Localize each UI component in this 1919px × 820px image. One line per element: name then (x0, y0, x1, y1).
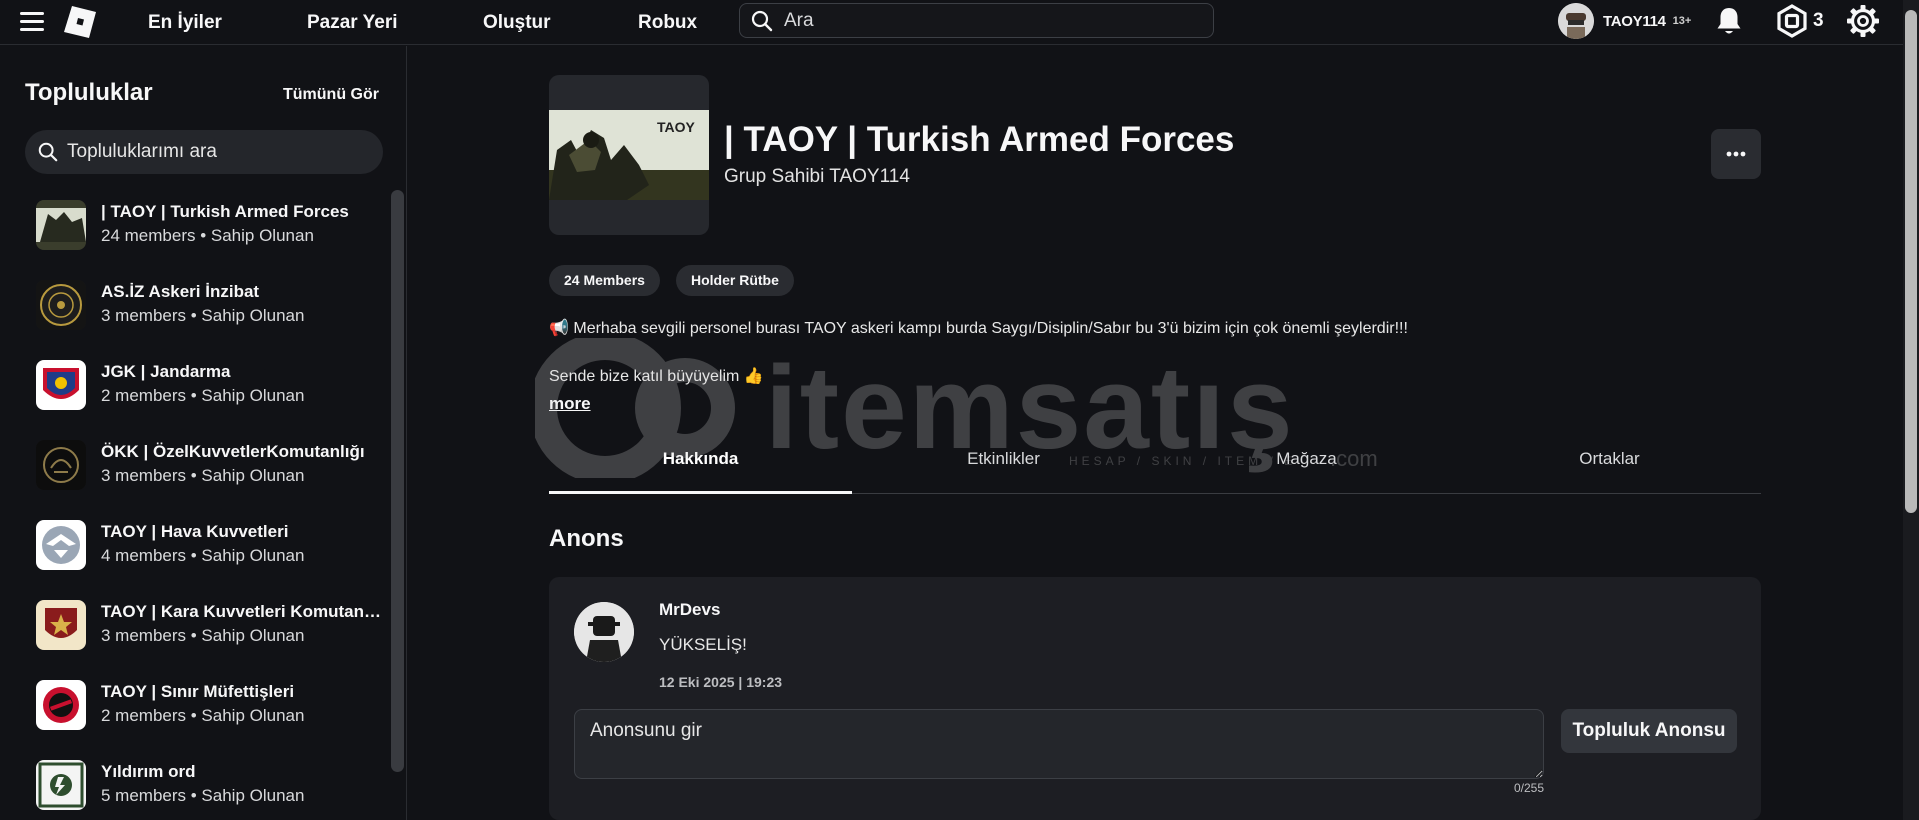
community-item[interactable]: AS.İZ Askeri İnzibat 3 members • Sahip O… (0, 272, 388, 352)
community-name: TAOY | Kara Kuvvetleri Komutanlığı (101, 602, 381, 621)
roblox-logo[interactable] (63, 5, 97, 39)
description-more-link[interactable]: more (549, 394, 591, 414)
community-meta: 2 members • Sahip Olunan (101, 386, 305, 405)
top-navigation: En İyiler Pazar Yeri Oluştur Robux TAOY1… (0, 0, 1919, 45)
character-counter: 0/255 (1514, 781, 1545, 795)
group-emblem-image: TAOY (549, 110, 709, 200)
global-search-input[interactable] (774, 9, 1213, 32)
community-meta: 3 members • Sahip Olunan (101, 466, 305, 485)
community-item[interactable]: TAOY | Kara Kuvvetleri Komutanlığı 3 mem… (0, 592, 388, 672)
rank-chip: Holder Rütbe (676, 265, 794, 296)
community-meta: 3 members • Sahip Olunan (101, 306, 305, 325)
more-options-button[interactable] (1711, 129, 1761, 179)
community-item[interactable]: ÖKK | ÖzelKuvvetlerKomutanlığı 3 members… (0, 432, 388, 512)
tab-store[interactable]: Mağaza (1155, 440, 1458, 494)
announcement-card: MrDevs YÜKSELİŞ! 12 Eki 2025 | 19:23 0/2… (549, 577, 1761, 820)
community-name: TAOY | Hava Kuvvetleri (101, 522, 289, 541)
ellipsis-icon (1726, 151, 1746, 157)
community-search (25, 130, 383, 174)
tab-events[interactable]: Etkinlikler (852, 440, 1155, 494)
group-title: | TAOY | Turkish Armed Forces (724, 120, 1235, 159)
community-name: JGK | Jandarma (101, 362, 231, 381)
group-emblem: TAOY (549, 75, 709, 235)
sidebar-scrollbar[interactable] (391, 190, 404, 772)
group-description-line: 📢 Merhaba sevgili personel burası TAOY a… (549, 320, 1408, 337)
search-icon (38, 142, 58, 162)
see-all-link[interactable]: Tümünü Gör (283, 86, 379, 104)
nav-create[interactable]: Oluştur (483, 0, 551, 45)
announcement-input[interactable] (574, 709, 1544, 779)
community-meta: 5 members • Sahip Olunan (101, 786, 305, 805)
nav-robux[interactable]: Robux (638, 0, 697, 45)
community-thumbnail (36, 520, 86, 570)
tab-about[interactable]: Hakkında (549, 440, 852, 494)
settings-gear-icon[interactable] (1846, 4, 1880, 38)
community-thumbnail (36, 760, 86, 810)
robux-icon[interactable] (1776, 4, 1808, 38)
global-search (739, 3, 1214, 38)
page-scrollbar-thumb[interactable] (1905, 10, 1917, 513)
community-thumbnail (36, 680, 86, 730)
community-item[interactable]: JGK | Jandarma 2 members • Sahip Olunan (0, 352, 388, 432)
poster-name[interactable]: MrDevs (659, 600, 720, 620)
community-meta: 4 members • Sahip Olunan (101, 546, 305, 565)
community-thumbnail (36, 600, 86, 650)
emblem-text: TAOY (657, 119, 696, 135)
group-description-line: Sende bize katıl büyüyelim 👍 (549, 368, 764, 385)
community-name: AS.İZ Askeri İnzibat (101, 282, 260, 301)
sidebar-title: Topluluklar (25, 79, 153, 106)
notifications-bell-icon[interactable] (1714, 5, 1744, 37)
community-search-input[interactable] (59, 141, 383, 163)
username: TAOY114 (1603, 12, 1666, 30)
community-thumbnail (36, 200, 86, 250)
announcement-section-title: Anons (549, 525, 624, 552)
community-meta: 24 members • Sahip Olunan (101, 226, 314, 245)
user-avatar (1558, 3, 1594, 39)
community-name: TAOY | Sınır Müfettişleri (101, 682, 295, 701)
nav-marketplace[interactable]: Pazar Yeri (307, 0, 398, 45)
member-count-chip: 24 Members (549, 265, 660, 296)
communities-sidebar: Topluluklar Tümünü Gör | TAOY | Turkish … (0, 46, 407, 820)
poster-avatar[interactable] (574, 602, 634, 662)
community-item[interactable]: TAOY | Sınır Müfettişleri 2 members • Sa… (0, 672, 388, 752)
user-profile-link[interactable]: TAOY114 13+ (1558, 3, 1691, 39)
post-announcement-button[interactable]: Topluluk Anonsu (1561, 709, 1737, 753)
tab-affiliates[interactable]: Ortaklar (1458, 440, 1761, 494)
community-meta: 3 members • Sahip Olunan (101, 626, 305, 645)
announcement-date: 12 Eki 2025 | 19:23 (659, 674, 783, 690)
community-meta: 2 members • Sahip Olunan (101, 706, 305, 725)
community-item[interactable]: TAOY | Hava Kuvvetleri 4 members • Sahip… (0, 512, 388, 592)
community-name: Yıldırım ord (101, 762, 196, 781)
age-badge: 13+ (1672, 15, 1692, 27)
community-thumbnail (36, 440, 86, 490)
search-icon (751, 10, 773, 31)
group-owner[interactable]: Grup Sahibi TAOY114 (724, 166, 910, 188)
group-tabs: Hakkında Etkinlikler Mağaza Ortaklar (549, 440, 1761, 494)
community-item[interactable]: | TAOY | Turkish Armed Forces 24 members… (0, 192, 388, 272)
menu-icon[interactable] (20, 12, 44, 32)
community-list: | TAOY | Turkish Armed Forces 24 members… (0, 192, 388, 820)
community-thumbnail (36, 360, 86, 410)
community-name: | TAOY | Turkish Armed Forces (101, 202, 349, 221)
community-item[interactable]: Yıldırım ord 5 members • Sahip Olunan (0, 752, 388, 820)
announcement-text: YÜKSELİŞ! (659, 635, 747, 654)
community-thumbnail (36, 280, 86, 330)
community-name: ÖKK | ÖzelKuvvetlerKomutanlığı (101, 442, 365, 461)
robux-balance[interactable]: 3 (1813, 10, 1824, 32)
nav-charts[interactable]: En İyiler (148, 0, 222, 45)
